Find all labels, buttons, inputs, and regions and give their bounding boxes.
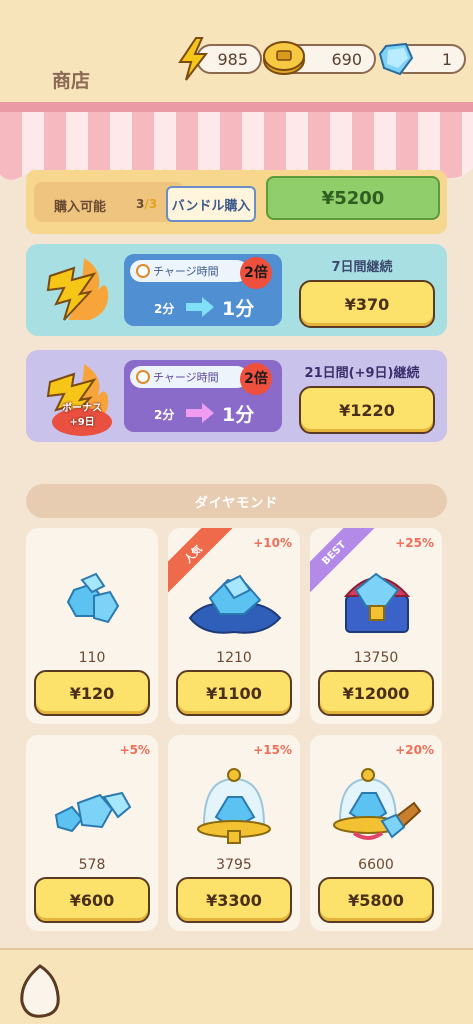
section-header-diamonds: ダイヤモンド: [26, 484, 447, 518]
charge-time-panel: チャージ時間 2倍 2分 1分: [124, 254, 282, 326]
diamond-quantity: 1210: [216, 650, 252, 666]
diamond-dome-scoop-icon: [333, 768, 422, 840]
clock-icon: [136, 264, 150, 278]
bonus-percent: +10%: [253, 536, 292, 550]
diamond-value: 1: [441, 49, 452, 69]
bonus-percent: +5%: [119, 743, 150, 757]
time-to: 1分: [222, 404, 255, 426]
diamond-quantity: 13750: [353, 650, 399, 666]
diamond-dome-icon: [197, 768, 271, 844]
bundle-purchase-button[interactable]: バンドル購入: [166, 186, 256, 222]
time-from: 2分: [154, 302, 175, 316]
diamond-small-pile-icon: [66, 572, 120, 624]
boost-row-7day: チャージ時間 2倍 2分 1分 7日間継続 ¥370: [26, 244, 447, 336]
diamond-buy-button[interactable]: ¥12000: [318, 670, 434, 716]
bonus-percent: +15%: [253, 743, 292, 757]
multiplier-text: 2倍: [244, 265, 268, 281]
diamond-pack-card[interactable]: +5% 578 ¥600: [26, 735, 158, 931]
time-from: 2分: [154, 408, 175, 422]
coin-icon: [263, 41, 305, 75]
arrow-right-icon: [186, 297, 214, 317]
diamond-cushion-icon: [188, 574, 282, 634]
diamond-icon: [378, 42, 414, 76]
diamond-buy-button[interactable]: ¥5800: [318, 877, 434, 923]
bundle-limit-count: 3/3: [136, 197, 158, 211]
charge-time-label: チャージ時間: [153, 371, 219, 384]
bundle-price-button[interactable]: ¥5200: [266, 176, 440, 220]
treasure-chest-icon: [343, 572, 411, 633]
arrow-right-icon: [186, 403, 214, 423]
diamond-pack-card[interactable]: +20% 6600 ¥5800: [310, 735, 442, 931]
charge-time-pill: チャージ時間: [130, 366, 248, 388]
diamond-pack-card[interactable]: 人気 +10% 1210 ¥1100: [168, 528, 300, 724]
bottom-nav-bar: [0, 948, 473, 1024]
diamond-pack-card[interactable]: +15% 3795 ¥3300: [168, 735, 300, 931]
clock-icon: [136, 370, 150, 384]
diamond-pile-icon: [54, 791, 132, 833]
boost-7day-buy-button[interactable]: ¥370: [299, 280, 435, 328]
boost-21day-buy-button[interactable]: ¥1220: [299, 386, 435, 434]
lightning-icon: [178, 37, 209, 81]
bonus-percent: +20%: [395, 743, 434, 757]
energy-value: 985: [217, 49, 248, 69]
bonus-percent: +25%: [395, 536, 434, 550]
diamond-buy-button[interactable]: ¥1100: [176, 670, 292, 716]
egg-icon[interactable]: [16, 962, 64, 1020]
page-title: 商店: [52, 70, 91, 92]
bonus-days-tag: ボーナス +9日: [62, 403, 102, 428]
diamond-buy-button[interactable]: ¥3300: [176, 877, 292, 923]
diamond-quantity: 3795: [216, 857, 252, 873]
diamond-quantity: 6600: [358, 857, 394, 873]
bundle-limit-label: 購入可能: [54, 200, 107, 215]
charge-time-label: チャージ時間: [153, 265, 219, 278]
boost-duration: 21日間(+9日)継続: [304, 366, 420, 381]
diamond-quantity: 110: [78, 650, 106, 666]
boost-duration: 7日間継続: [331, 260, 393, 275]
multiplier-text: 2倍: [244, 371, 268, 387]
coin-value: 690: [331, 49, 362, 69]
energy-boost-icon: [46, 258, 109, 321]
diamond-pack-card[interactable]: BEST +25% 13750 ¥12000: [310, 528, 442, 724]
diamond-quantity: 578: [78, 857, 106, 873]
time-to: 1分: [222, 298, 255, 320]
diamond-buy-button[interactable]: ¥600: [34, 877, 150, 923]
diamond-buy-button[interactable]: ¥120: [34, 670, 150, 716]
charge-time-panel: チャージ時間 2倍 2分 1分: [124, 360, 282, 432]
charge-time-pill: チャージ時間: [130, 260, 248, 282]
boost-row-21day: ボーナス +9日 チャージ時間 2倍 2分 1分 21日間(+9日)継続 ¥12…: [26, 350, 447, 442]
diamond-pack-card[interactable]: 110 ¥120: [26, 528, 158, 724]
